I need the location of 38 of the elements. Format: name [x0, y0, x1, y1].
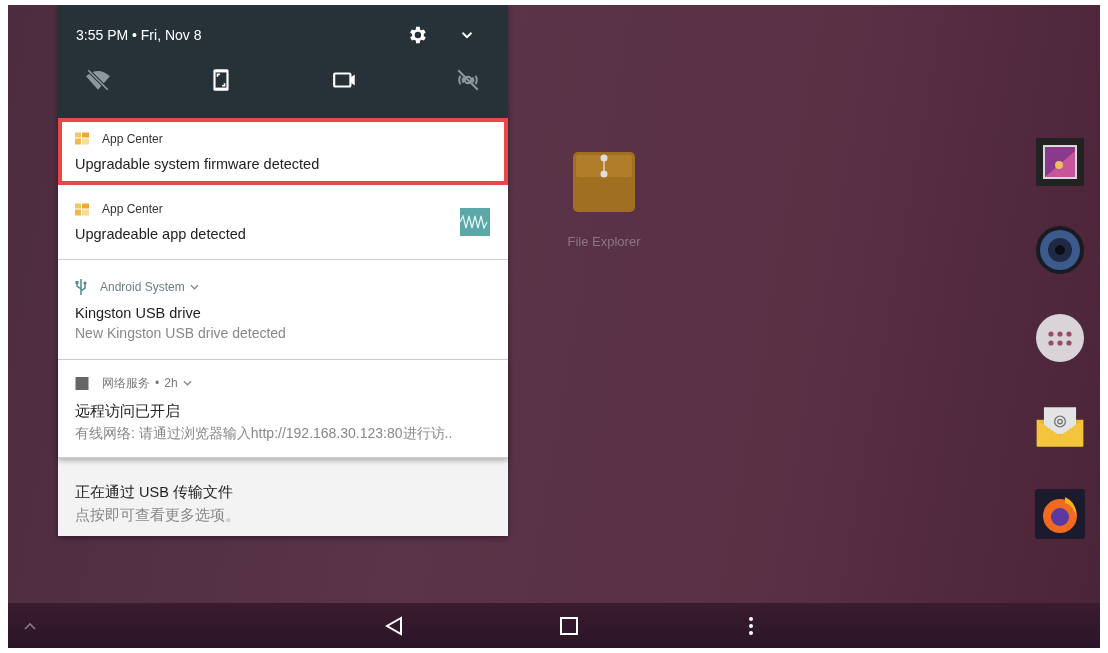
app-name: App Center: [102, 202, 163, 216]
date-time: 3:55 PM • Fri, Nov 8: [76, 27, 203, 43]
app-name: Android System: [100, 279, 185, 294]
location-off-icon[interactable]: [455, 67, 481, 93]
notification-card[interactable]: 正在通过 USB 传输文件 点按即可查看更多选项。: [58, 458, 508, 536]
notification-card[interactable]: Android System Kingston USB drive New Kingston USB drive detected: [58, 260, 508, 360]
back-button-icon[interactable]: [385, 615, 403, 636]
app-drawer-icon[interactable]: [1035, 313, 1085, 363]
more-options-icon[interactable]: [749, 615, 753, 636]
gallery-icon[interactable]: [1035, 137, 1085, 187]
notification-title: Upgradable system firmware detected: [75, 155, 321, 172]
notification-title: Upgradeable app detected: [75, 226, 247, 242]
notification-title: 远程访问已开启: [75, 401, 181, 421]
wifi-off-icon[interactable]: [85, 67, 111, 93]
expand-chevron-icon[interactable]: [182, 380, 192, 386]
app-name: App Center: [102, 131, 163, 146]
expand-chevron-icon[interactable]: [189, 283, 199, 290]
notification-text: 有线网络: 请通过浏览器输入http://192.168.30.123:80进行访..: [75, 424, 454, 443]
app-label: File Explorer: [567, 234, 641, 249]
notification-title: Kingston USB drive: [75, 304, 202, 321]
caret-up-icon[interactable]: [22, 620, 38, 631]
browser-icon[interactable]: [1035, 489, 1085, 539]
notification-title: 正在通过 USB 传输文件: [75, 483, 234, 502]
waveform-thumbnail-icon: [460, 208, 490, 236]
speaker-icon[interactable]: [1035, 225, 1085, 275]
notification-text: 点按即可查看更多选项。: [75, 506, 241, 525]
app-name: 网络服务: [102, 374, 150, 392]
grid-icon: [75, 132, 89, 145]
notification-card[interactable]: App Center Upgradable system firmware detected: [58, 118, 508, 185]
folder-icon[interactable]: [572, 150, 636, 214]
home-button-icon[interactable]: [560, 616, 578, 635]
notification-card[interactable]: App Center Upgradeable app detected: [58, 185, 508, 260]
timestamp: 2h: [164, 376, 178, 390]
notification-text: New Kingston USB drive detected: [75, 324, 287, 341]
square-icon: [75, 376, 89, 390]
usb-icon: [75, 278, 87, 295]
grid-icon: [75, 202, 89, 216]
separator-dot: •: [155, 376, 160, 390]
